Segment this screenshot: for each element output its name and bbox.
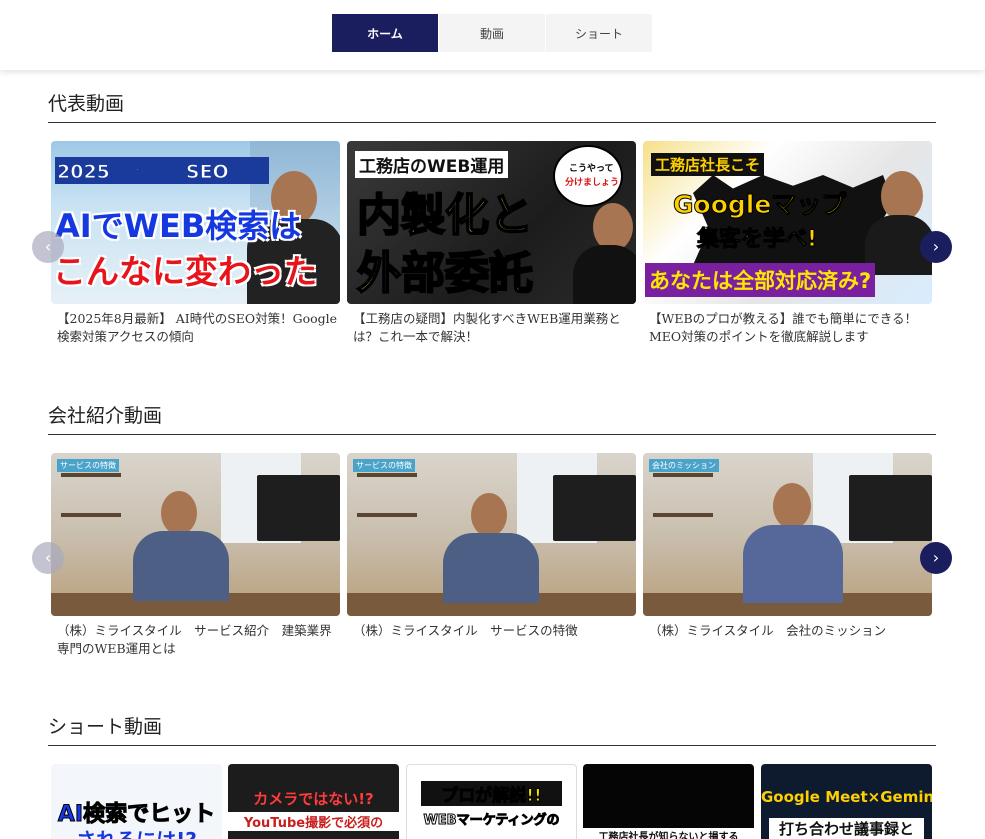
video-badge: サービスの特徴 (353, 459, 415, 472)
video-title[interactable]: （株）ミライスタイル サービスの特徴 (347, 622, 636, 640)
tab-shorts[interactable]: ショート (546, 14, 652, 52)
thumbnail-text: WEBマーケティングの (423, 813, 560, 829)
carousel-next-button[interactable]: › (920, 231, 952, 263)
short-thumbnail[interactable]: AI検索でヒット されるには!? (51, 764, 222, 839)
thumbnail-text: こんなに変わった (53, 252, 317, 291)
video-card[interactable]: 2025年後半のSEO対策 AIでWEB検索は こんなに変わった 【2025年8… (51, 141, 340, 346)
short-thumbnail[interactable]: 工務店社長が知らないと損する (583, 764, 754, 839)
thumbnail-text: Googleマップ (672, 190, 847, 220)
thumbnail-text: 内製化と (356, 189, 534, 242)
chevron-left-icon: ‹ (44, 548, 52, 567)
thumbnail-text: 集客を学べ! (696, 227, 818, 253)
short-thumbnail[interactable]: カメラではない!? YouTube撮影で必須の (228, 764, 399, 839)
video-title[interactable]: （株）ミライスタイル サービス紹介 建築業界専門のWEB運用とは (51, 622, 340, 658)
thumbnail-text: 工務店のWEB運用 (355, 151, 509, 178)
video-thumbnail[interactable]: サービスの特徴 (51, 453, 340, 616)
chevron-right-icon: › (932, 548, 940, 567)
video-title[interactable]: 【工務店の疑問】内製化すべきWEB運用業務とは？これ一本で解決！ (347, 310, 636, 346)
video-badge: 会社のミッション (649, 459, 719, 472)
carousel-prev-button[interactable]: ‹ (32, 542, 64, 574)
tab-bar: ホーム 動画 ショート (0, 0, 985, 70)
thumbnail-text: 分けましょう (565, 178, 620, 188)
video-thumbnail[interactable]: 2025年後半のSEO対策 AIでWEB検索は こんなに変わった (51, 141, 340, 304)
thumbnail-text: カメラではない!? (253, 790, 374, 808)
video-card[interactable]: 工務店のWEB運用 内製化と 外部委託 こうやって 分けましょう 【工務店の疑問… (347, 141, 636, 346)
video-thumbnail[interactable]: サービスの特徴 (347, 453, 636, 616)
section-title-featured: 代表動画 (48, 89, 936, 123)
chevron-right-icon: › (932, 237, 940, 256)
video-card[interactable]: サービスの特徴 （株）ミライスタイル サービス紹介 建築業界専門のWEB運用とは (51, 453, 340, 658)
video-thumbnail[interactable]: 工務店のWEB運用 内製化と 外部委託 こうやって 分けましょう (347, 141, 636, 304)
video-thumbnail[interactable]: 会社のミッション (643, 453, 932, 616)
thumbnail-text: 工務店社長が知らないと損する (583, 828, 754, 839)
video-thumbnail[interactable]: 工務店社長こそ Googleマップ 集客を学べ! あなたは全部対応済み? (643, 141, 932, 304)
thumbnail-text: 2025年後半のSEO対策 (55, 157, 269, 184)
chevron-left-icon: ‹ (44, 237, 52, 256)
short-thumbnail[interactable]: プロが解説!! WEBマーケティングの (406, 764, 577, 839)
short-thumbnail[interactable]: Google Meet×Gemini 打ち合わせ議事録と (761, 764, 932, 839)
tab-group: ホーム 動画 ショート (332, 14, 652, 52)
thumbnail-text: こうやって (569, 164, 614, 174)
thumbnail-text: YouTube撮影で必須の (228, 812, 399, 831)
tab-videos[interactable]: 動画 (439, 14, 545, 52)
thumbnail-text: 工務店社長こそ (651, 153, 765, 176)
thumbnail-text: プロが解説!! (421, 781, 562, 807)
video-card[interactable]: サービスの特徴 （株）ミライスタイル サービスの特徴 (347, 453, 636, 640)
video-card[interactable]: 工務店社長こそ Googleマップ 集客を学べ! あなたは全部対応済み? 【WE… (643, 141, 932, 346)
video-title[interactable]: 【2025年8月最新】 AI時代のSEO対策！Google検索対策アクセスの傾向 (51, 310, 340, 346)
thumbnail-text: 打ち合わせ議事録と (769, 818, 924, 839)
video-title[interactable]: 【WEBのプロが教える】誰でも簡単にできる！MEO対策のポイントを徹底解説します (643, 310, 932, 346)
tab-home[interactable]: ホーム (332, 14, 438, 52)
video-title[interactable]: （株）ミライスタイル 会社のミッション (643, 622, 932, 640)
thumbnail-text: AIでWEB検索は (55, 207, 302, 245)
section-title-company: 会社紹介動画 (48, 401, 936, 435)
carousel-next-button[interactable]: › (920, 542, 952, 574)
video-card[interactable]: 会社のミッション （株）ミライスタイル 会社のミッション (643, 453, 932, 640)
thumbnail-text: 外部委託 (356, 247, 534, 300)
thumbnail-text: あなたは全部対応済み? (645, 263, 876, 297)
video-badge: サービスの特徴 (57, 459, 119, 472)
carousel-prev-button[interactable]: ‹ (32, 231, 64, 263)
section-title-shorts: ショート動画 (48, 712, 936, 746)
thumbnail-text: Google Meet×Gemini (761, 788, 932, 806)
thumbnail-text: されるには!? (51, 824, 222, 839)
